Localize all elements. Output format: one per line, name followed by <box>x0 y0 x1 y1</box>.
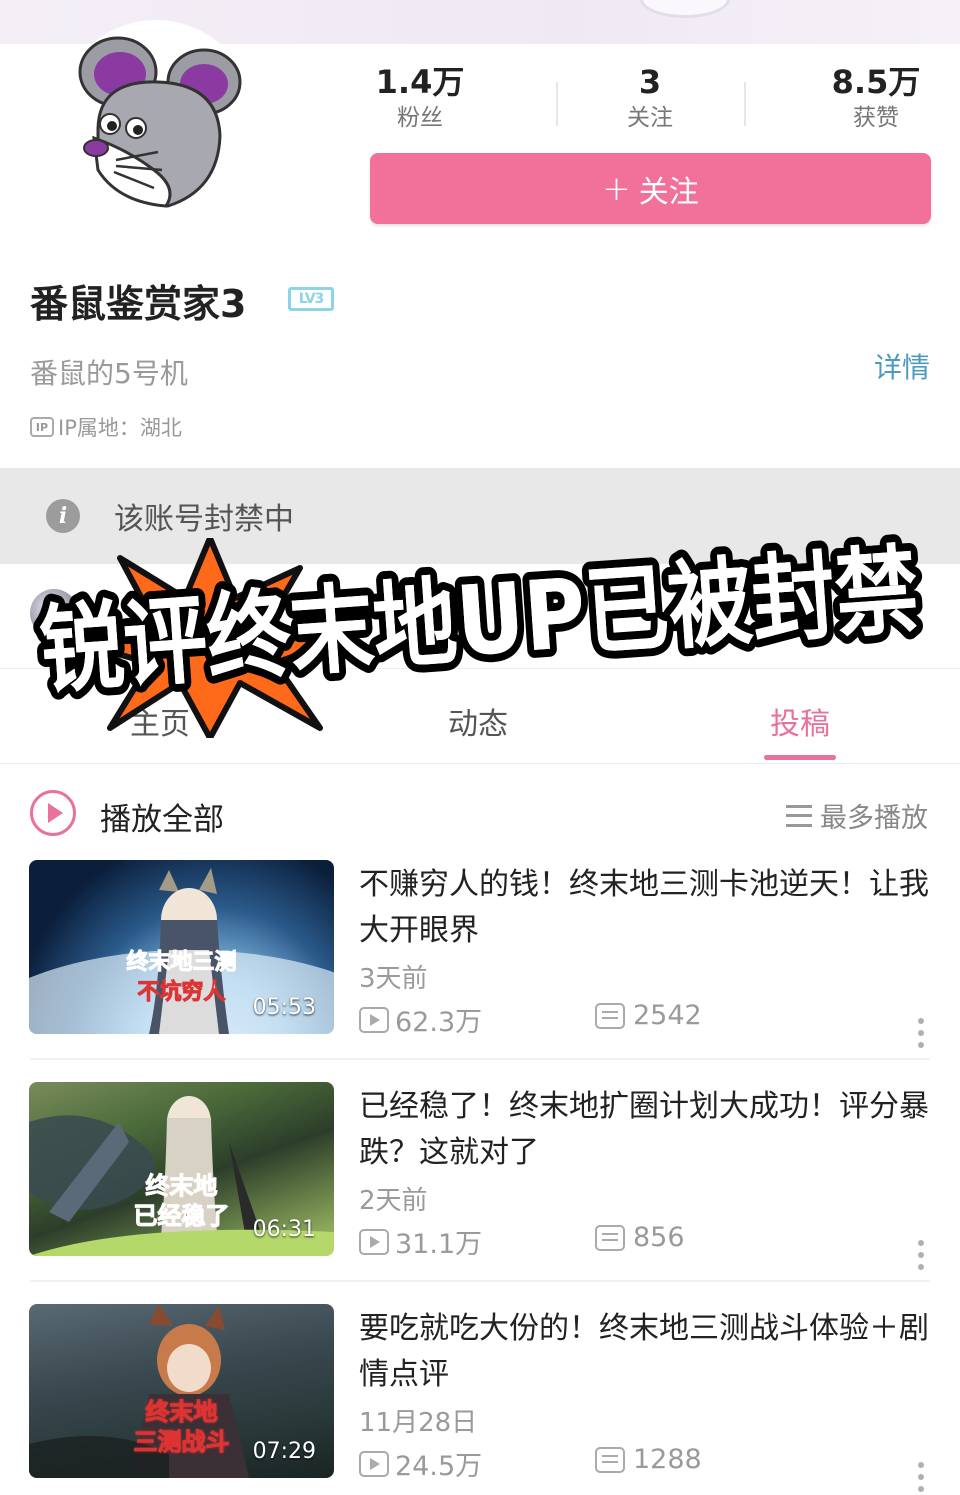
video-item[interactable]: 终末地 已经稳了 06:31 已经稳了！终末地扩圈计划大成功！评分暴跌？这就对了… <box>0 1082 960 1282</box>
video-item[interactable]: 终末地三测 不坑穷人 05:53 不赚穷人的钱！终末地三测卡池逆天！让我大开眼界… <box>0 860 960 1060</box>
stat-likes[interactable]: 8.5万 获赞 <box>796 62 956 134</box>
sort-label: 最多播放 <box>820 803 928 834</box>
video-thumbnail[interactable]: 终末地 三测战斗 07:29 <box>29 1304 334 1478</box>
video-meta: 62.3万 2542 <box>359 1000 929 1039</box>
sort-button[interactable]: 最多播放 <box>786 796 928 835</box>
views-icon <box>359 1450 389 1477</box>
video-thumbnail[interactable]: 终末地三测 不坑穷人 05:53 <box>29 860 334 1034</box>
video-views: 24.5万 <box>359 1444 482 1483</box>
more-options-icon[interactable] <box>918 1240 924 1274</box>
views-count: 62.3万 <box>395 1007 483 1038</box>
stat-label: 关注 <box>627 105 673 131</box>
video-views: 62.3万 <box>359 1000 482 1039</box>
video-title[interactable]: 已经稳了！终末地扩圈计划大成功！评分暴跌？这就对了 <box>359 1084 929 1176</box>
video-meta: 24.5万 1288 <box>359 1444 929 1483</box>
plus-icon: + <box>602 168 631 209</box>
level-badge: LV3 <box>288 287 334 311</box>
views-icon <box>359 1006 389 1033</box>
play-all-row: 播放全部 最多播放 <box>0 772 960 852</box>
bio-text: 番鼠的5号机 <box>30 357 188 390</box>
stat-label: 粉丝 <box>397 105 443 131</box>
ban-text: 该账号封禁中 <box>114 502 294 537</box>
video-date: 11月28日 <box>359 1408 478 1438</box>
more-options-icon[interactable] <box>918 1018 924 1052</box>
views-count: 24.5万 <box>395 1451 483 1482</box>
video-comments: 856 <box>595 1222 685 1253</box>
stat-value: 3 <box>638 63 662 101</box>
views-icon <box>359 1228 389 1255</box>
ip-location: IP IP属地：湖北 <box>30 412 182 442</box>
active-tab-indicator <box>764 755 836 760</box>
stat-value: 1.4万 <box>375 63 465 101</box>
video-views: 31.1万 <box>359 1222 482 1261</box>
comments-icon <box>595 1446 625 1473</box>
profile-stats: 1.4万 粉丝 3 关注 8.5万 获赞 <box>320 62 960 138</box>
video-date: 3天前 <box>359 964 428 994</box>
play-all-label[interactable]: 播放全部 <box>100 794 224 839</box>
views-count: 31.1万 <box>395 1229 483 1260</box>
banner-decoration <box>640 0 730 18</box>
divider <box>30 1280 930 1282</box>
details-link[interactable]: 详情 <box>874 346 930 386</box>
video-duration: 07:29 <box>252 1439 316 1464</box>
video-duration: 05:53 <box>252 995 316 1020</box>
video-item[interactable]: 终末地 三测战斗 07:29 要吃就吃大份的！终末地三测战斗体验＋剧情点评 11… <box>0 1304 960 1494</box>
divider <box>30 1058 930 1060</box>
sort-icon <box>786 804 812 827</box>
stat-following[interactable]: 3 关注 <box>570 62 730 134</box>
play-all-icon[interactable] <box>30 790 76 836</box>
video-duration: 06:31 <box>252 1217 316 1242</box>
info-icon: i <box>46 499 80 533</box>
ip-label: IP属地：湖北 <box>58 416 182 440</box>
comments-count: 856 <box>633 1222 685 1253</box>
video-date: 2天前 <box>359 1186 428 1216</box>
tab-uploads[interactable]: 投稿 <box>720 699 880 743</box>
more-options-icon[interactable] <box>918 1462 924 1495</box>
video-comments: 2542 <box>595 1000 702 1031</box>
stat-divider <box>744 82 746 126</box>
stat-followers[interactable]: 1.4万 粉丝 <box>340 62 500 134</box>
thumb-caption: 终末地三测 <box>126 950 237 976</box>
comments-icon <box>595 1224 625 1251</box>
tab-dynamics[interactable]: 动态 <box>398 699 558 743</box>
video-thumbnail[interactable]: 终末地 已经稳了 06:31 <box>29 1082 334 1256</box>
video-title[interactable]: 不赚穷人的钱！终末地三测卡池逆天！让我大开眼界 <box>359 862 929 954</box>
profile-avatar[interactable] <box>58 20 254 216</box>
username: 番鼠鉴赏家3 <box>30 282 247 326</box>
video-meta: 31.1万 856 <box>359 1222 929 1261</box>
ip-icon: IP <box>30 417 54 437</box>
follow-button[interactable]: + 关注 <box>370 153 931 224</box>
stat-divider <box>556 82 558 126</box>
video-title[interactable]: 要吃就吃大份的！终末地三测战斗体验＋剧情点评 <box>359 1306 929 1398</box>
stat-value: 8.5万 <box>831 63 921 101</box>
comments-count: 2542 <box>633 1000 702 1031</box>
comments-count: 1288 <box>633 1444 702 1475</box>
follow-label: 关注 <box>638 174 699 210</box>
video-comments: 1288 <box>595 1444 702 1475</box>
comments-icon <box>595 1002 625 1029</box>
stat-label: 获赞 <box>853 105 899 131</box>
